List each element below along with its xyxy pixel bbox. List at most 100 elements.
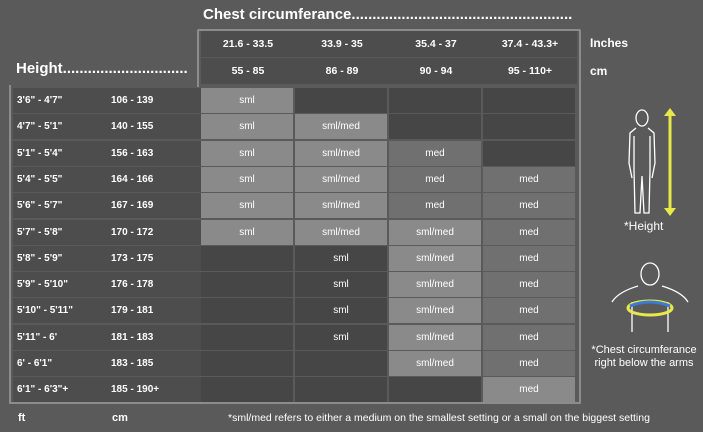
size-cell: med bbox=[483, 193, 575, 219]
size-cell: med bbox=[389, 140, 481, 166]
size-cell: sml/med bbox=[295, 114, 387, 140]
size-cell: sml bbox=[201, 114, 293, 140]
size-cell: sml/med bbox=[389, 324, 481, 350]
table-row: 5'8" - 5'9" 173 - 175 sml sml/med med bbox=[11, 245, 577, 271]
size-cell bbox=[201, 324, 293, 350]
table-row: 5'9" - 5'10" 176 - 178 sml sml/med med bbox=[11, 272, 577, 298]
header-cm-0: 55 - 85 bbox=[201, 58, 295, 84]
size-cell: med bbox=[483, 245, 575, 271]
size-cell: sml bbox=[201, 140, 293, 166]
size-cell: med bbox=[483, 219, 575, 245]
size-cell bbox=[483, 114, 575, 140]
size-cell: sml/med bbox=[295, 166, 387, 192]
height-ft-cell: 6'1" - 6'3"+ bbox=[13, 377, 109, 403]
size-cell: sml bbox=[295, 298, 387, 324]
size-cell: sml bbox=[201, 166, 293, 192]
header-inches-2: 35.4 - 37 bbox=[389, 31, 483, 57]
table-row: 5'10" - 5'11" 179 - 181 sml sml/med med bbox=[11, 298, 577, 324]
size-cell bbox=[389, 88, 481, 113]
chest-caption-2: right below the arms bbox=[594, 357, 694, 369]
height-title: Height.............................. bbox=[16, 60, 188, 77]
height-cm-cell: 106 - 139 bbox=[107, 88, 203, 113]
size-cell bbox=[201, 272, 293, 298]
chest-silhouette-icon bbox=[611, 262, 689, 332]
footer-ft: ft bbox=[18, 412, 26, 424]
header-inches-0: 21.6 - 33.5 bbox=[201, 31, 295, 57]
height-cm-cell: 185 - 190+ bbox=[107, 377, 203, 403]
chest-caption-1: *Chest circumferance bbox=[591, 344, 697, 356]
size-cell: sml/med bbox=[389, 245, 481, 271]
height-ft-cell: 5'8" - 5'9" bbox=[13, 245, 109, 271]
height-cm-cell: 176 - 178 bbox=[107, 272, 203, 298]
header-cm-1: 86 - 89 bbox=[295, 58, 389, 84]
height-ft-cell: 6' - 6'1" bbox=[13, 351, 109, 376]
size-cell bbox=[389, 377, 481, 403]
height-cm-cell: 167 - 169 bbox=[107, 193, 203, 219]
table-row: 6'1" - 6'3"+ 185 - 190+ med bbox=[11, 377, 577, 403]
size-cell bbox=[295, 377, 387, 403]
header-cm-3: 95 - 110+ bbox=[483, 58, 577, 84]
size-cell: med bbox=[483, 324, 575, 350]
size-cell: med bbox=[483, 377, 575, 403]
height-ft-cell: 5'4" - 5'5" bbox=[13, 166, 109, 192]
size-cell bbox=[295, 88, 387, 113]
size-cell bbox=[201, 351, 293, 376]
table-row: 5'11" - 6' 181 - 183 sml sml/med med bbox=[11, 324, 577, 350]
table-row: 4'7" - 5'1" 140 - 155 sml sml/med bbox=[11, 114, 577, 140]
size-cell: sml bbox=[295, 272, 387, 298]
inches-label: Inches bbox=[590, 36, 629, 50]
height-ft-cell: 5'9" - 5'10" bbox=[13, 272, 109, 298]
size-cell: med bbox=[483, 272, 575, 298]
header-cm-2: 90 - 94 bbox=[389, 58, 483, 84]
size-cell bbox=[483, 88, 575, 113]
body-silhouette-icon bbox=[628, 108, 676, 216]
size-cell bbox=[201, 245, 293, 271]
size-cell: sml bbox=[295, 245, 387, 271]
size-cell: sml/med bbox=[389, 298, 481, 324]
height-ft-cell: 5'11" - 6' bbox=[13, 324, 109, 350]
height-cm-cell: 170 - 172 bbox=[107, 219, 203, 245]
height-ft-cell: 5'1" - 5'4" bbox=[13, 140, 109, 166]
height-cm-cell: 164 - 166 bbox=[107, 166, 203, 192]
table-row: 5'6" - 5'7" 167 - 169 sml sml/med med med bbox=[11, 193, 577, 219]
footnote: *sml/med refers to either a medium on th… bbox=[228, 412, 650, 424]
table-row: 5'1" - 5'4" 156 - 163 sml sml/med med bbox=[11, 140, 577, 166]
height-cm-cell: 179 - 181 bbox=[107, 298, 203, 324]
size-cell: sml bbox=[201, 193, 293, 219]
size-cell bbox=[201, 377, 293, 403]
size-cell: sml/med bbox=[295, 219, 387, 245]
height-cm-cell: 181 - 183 bbox=[107, 324, 203, 350]
table-row: 5'7" - 5'8" 170 - 172 sml sml/med sml/med med bbox=[11, 219, 577, 245]
chest-title: Chest circumferance.....................… bbox=[203, 6, 573, 23]
size-cell bbox=[389, 114, 481, 140]
height-ft-cell: 3'6" - 4'7" bbox=[13, 88, 109, 113]
height-caption: *Height bbox=[624, 219, 664, 233]
size-cell bbox=[483, 140, 575, 166]
height-ft-cell: 4'7" - 5'1" bbox=[13, 114, 109, 140]
cm-label: cm bbox=[590, 64, 608, 78]
header-inches-3: 37.4 - 43.3+ bbox=[483, 31, 577, 57]
table-row: 3'6" - 4'7" 106 - 139 sml bbox=[11, 88, 577, 113]
size-cell bbox=[201, 298, 293, 324]
size-cell: sml bbox=[201, 219, 293, 245]
size-cell: sml bbox=[295, 324, 387, 350]
size-cell: sml/med bbox=[389, 219, 481, 245]
size-cell: med bbox=[389, 193, 481, 219]
size-cell: med bbox=[389, 166, 481, 192]
table-row: 5'4" - 5'5" 164 - 166 sml sml/med med med bbox=[11, 166, 577, 192]
height-cm-cell: 156 - 163 bbox=[107, 140, 203, 166]
height-cm-cell: 173 - 175 bbox=[107, 245, 203, 271]
height-cm-cell: 140 - 155 bbox=[107, 114, 203, 140]
header-inches-1: 33.9 - 35 bbox=[295, 31, 389, 57]
size-cell: med bbox=[483, 298, 575, 324]
footer-cm: cm bbox=[112, 412, 128, 424]
size-cell: sml bbox=[201, 88, 293, 113]
size-cell: sml/med bbox=[389, 272, 481, 298]
size-cell: sml/med bbox=[295, 140, 387, 166]
height-ft-cell: 5'6" - 5'7" bbox=[13, 193, 109, 219]
height-ft-cell: 5'10" - 5'11" bbox=[13, 298, 109, 324]
size-cell bbox=[295, 351, 387, 376]
height-ft-cell: 5'7" - 5'8" bbox=[13, 219, 109, 245]
size-cell: sml/med bbox=[295, 193, 387, 219]
height-cm-cell: 183 - 185 bbox=[107, 351, 203, 376]
